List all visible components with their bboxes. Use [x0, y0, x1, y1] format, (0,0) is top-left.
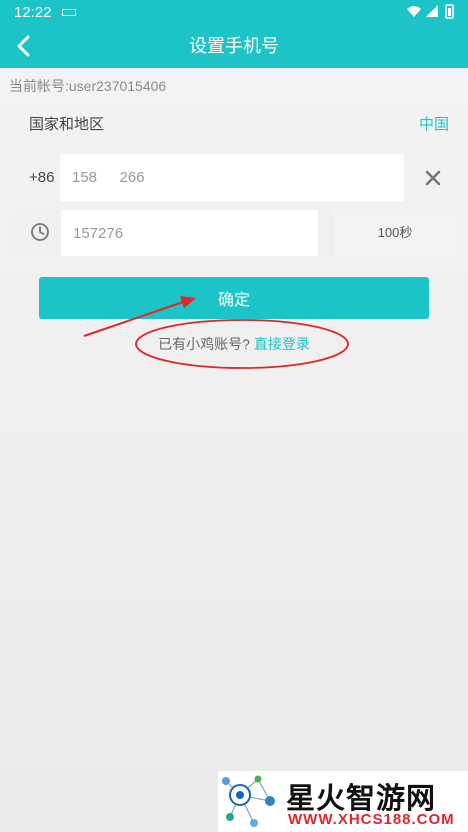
current-account: 当前帐号:user237015406 — [9, 78, 167, 94]
phone-input[interactable] — [60, 154, 404, 201]
verification-code-input[interactable] — [61, 210, 318, 256]
login-prompt-text: 已有小鸡账号? — [158, 336, 250, 352]
system-icons — [406, 4, 456, 24]
clear-icon[interactable] — [421, 166, 445, 190]
direct-login-link[interactable]: 直接登录 — [254, 336, 310, 352]
keyboard-icon — [62, 9, 76, 16]
wifi-signal-battery-icon — [407, 4, 454, 19]
region-label: 国家和地区 — [29, 116, 105, 133]
country-code: +86 — [29, 169, 55, 186]
app-bar: 设置手机号 — [0, 24, 468, 68]
region-selector[interactable]: 中国 — [419, 113, 449, 134]
status-bar: 12:22 — [0, 0, 468, 24]
clock-icon — [31, 223, 49, 241]
page-title: 设置手机号 — [189, 36, 279, 56]
watermark: 星火智游网 WWW.XHCS188.COM — [218, 771, 468, 832]
countdown-button[interactable]: 100秒 — [334, 210, 456, 256]
status-time: 12:22 — [14, 4, 52, 21]
login-prompt: 已有小鸡账号? 直接登录 — [0, 334, 468, 354]
network-logo-icon — [222, 775, 275, 827]
watermark-url: WWW.XHCS188.COM — [288, 811, 455, 828]
confirm-button[interactable]: 确定 — [39, 277, 429, 319]
